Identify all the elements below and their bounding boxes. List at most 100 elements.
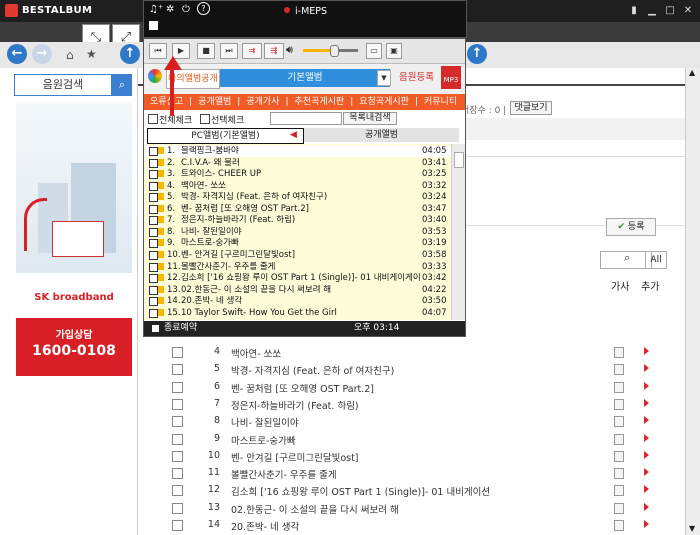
table-row[interactable]: 7 정은지-하늘바라기 (Feat. 하림) xyxy=(172,396,682,413)
list-item[interactable]: 8. 나비- 잘된일이야 03:53 xyxy=(144,227,451,238)
volume-icon[interactable]: 🔊︎ xyxy=(286,43,293,57)
reply-view-button[interactable]: 댓글보기 xyxy=(510,101,552,115)
song-checkbox[interactable] xyxy=(149,193,158,203)
table-row[interactable]: 8 나비- 잘된일이야 xyxy=(172,413,682,430)
chevron-down-icon[interactable]: ▼ xyxy=(377,70,391,86)
lyrics-icon[interactable] xyxy=(614,433,624,445)
song-checkbox[interactable] xyxy=(149,181,158,191)
list-item[interactable]: 2. C.I.V.A- 왜 불러 03:41 xyxy=(144,158,451,169)
minimize-button[interactable]: ▁ xyxy=(645,4,659,17)
mini-mode-icon[interactable]: ▭ xyxy=(366,43,382,59)
meps-scrollbar[interactable] xyxy=(451,144,465,320)
help-icon[interactable]: ? xyxy=(197,2,210,15)
home-icon[interactable]: ⌂ xyxy=(66,48,74,62)
list-item[interactable]: 15. 10 Taylor Swift- How You Get the Girl… xyxy=(144,308,451,319)
scroll-up-icon[interactable]: ▲ xyxy=(689,68,695,77)
shutdown-reserve-checkbox[interactable] xyxy=(152,325,159,332)
song-checkbox[interactable] xyxy=(149,227,158,237)
song-checkbox[interactable] xyxy=(149,274,158,284)
table-row[interactable]: 5 박경- 자격지심 (Feat. 은하 of 여자친구) xyxy=(172,361,682,378)
add-play-icon[interactable] xyxy=(644,347,649,355)
lyrics-icon[interactable] xyxy=(614,520,624,531)
add-play-icon[interactable] xyxy=(644,381,649,390)
main-scrollbar[interactable]: ▲ ▼ xyxy=(685,68,700,535)
row-checkbox[interactable] xyxy=(172,433,183,445)
list-item[interactable]: 6. 벤- 꿈처럼 [또 오해영 OST Part.2] 03:47 xyxy=(144,204,451,215)
add-play-icon[interactable] xyxy=(644,450,649,459)
lyrics-icon[interactable] xyxy=(614,502,624,514)
lyrics-icon[interactable] xyxy=(614,450,624,462)
music-search-input[interactable]: 음원검색 xyxy=(14,74,112,96)
lyrics-icon[interactable] xyxy=(614,364,624,376)
stop-button[interactable]: ■ xyxy=(197,43,215,59)
add-play-icon[interactable] xyxy=(644,502,649,511)
add-play-icon[interactable] xyxy=(644,468,649,477)
table-row[interactable]: 6 벤- 꿈처럼 [또 오해영 OST Part.2] xyxy=(172,379,682,396)
mp3-icon[interactable]: MP3 xyxy=(441,66,461,89)
search-icon[interactable]: ⌕ xyxy=(112,74,132,96)
row-checkbox[interactable] xyxy=(172,347,183,358)
list-item[interactable]: 4. 백아연- 쏘쏘 03:32 xyxy=(144,181,451,192)
list-item[interactable]: 3. 트와이스- CHEER UP 03:25 xyxy=(144,169,451,180)
comment-textarea[interactable] xyxy=(465,156,687,226)
song-checkbox[interactable] xyxy=(149,262,158,272)
back-button[interactable]: ← xyxy=(7,44,27,64)
power-icon[interactable]: ⏻ xyxy=(182,4,190,15)
list-item[interactable]: 11. 볼빨간사춘기- 우주를 줄게 03:33 xyxy=(144,262,451,273)
shuffle-icon[interactable]: ⇶ xyxy=(264,43,284,59)
row-checkbox[interactable] xyxy=(172,416,183,428)
up-button[interactable]: ↑ xyxy=(120,44,140,64)
repeat-icon[interactable]: ⇉ xyxy=(242,43,262,59)
song-checkbox[interactable] xyxy=(149,147,158,156)
register-comment-button[interactable]: ✔ 등록 xyxy=(606,218,656,236)
meps-menu-item[interactable]: 공개앨범 xyxy=(198,97,231,107)
song-checkbox[interactable] xyxy=(149,204,158,214)
volume-knob[interactable] xyxy=(330,45,340,57)
song-checkbox[interactable] xyxy=(149,158,158,168)
add-play-icon[interactable] xyxy=(644,485,649,494)
ad-contact[interactable]: 가입상담 1600-0108 xyxy=(16,318,132,376)
list-item[interactable]: 5. 박경- 자격지심 (Feat. 은하 of 여자친구) 03:24 xyxy=(144,192,451,203)
meps-menu-item[interactable]: 커뮤니티 xyxy=(424,97,457,107)
song-checkbox[interactable] xyxy=(149,297,158,307)
meps-menu-item[interactable]: 오류신고 xyxy=(150,97,183,107)
meps-menu-item[interactable]: 공개가사 xyxy=(246,97,279,107)
maximize-button[interactable]: □ xyxy=(663,4,677,17)
song-checkbox[interactable] xyxy=(149,216,158,226)
gear-icon[interactable]: ✲ xyxy=(166,4,174,15)
lyrics-icon[interactable] xyxy=(614,381,624,393)
song-checkbox[interactable] xyxy=(149,285,158,295)
row-checkbox[interactable] xyxy=(172,450,183,462)
table-row[interactable]: 14 20.존박- 네 생각 xyxy=(172,517,682,534)
add-play-icon[interactable] xyxy=(644,398,649,407)
row-checkbox[interactable] xyxy=(172,485,183,497)
favorite-icon[interactable]: ★ xyxy=(86,47,97,61)
row-checkbox[interactable] xyxy=(172,381,183,393)
table-row[interactable]: 10 벤- 안겨길 [구르미그린달빛ost] xyxy=(172,448,682,465)
list-search-input[interactable] xyxy=(270,112,342,125)
meps-scroll-thumb[interactable] xyxy=(454,152,464,168)
list-item[interactable]: 10. 벤- 안겨길 [구르미그린달빛ost] 03:58 xyxy=(144,250,451,261)
tab-pc-album[interactable]: PC앨범(기본앨범) xyxy=(147,128,304,144)
search-small-icon[interactable]: ⌕ xyxy=(624,251,630,265)
forward-button[interactable]: → xyxy=(32,44,52,64)
list-search-button[interactable]: 목록내검색 xyxy=(343,112,397,125)
song-checkbox[interactable] xyxy=(149,308,158,318)
select-all-checkbox[interactable] xyxy=(148,114,158,124)
ad-banner-image[interactable] xyxy=(16,103,132,273)
scroll-down-icon[interactable]: ▼ xyxy=(689,524,695,533)
table-row[interactable]: 13 02.한동근- 이 소설의 끝을 다시 써보려 해 xyxy=(172,500,682,517)
full-mode-icon[interactable]: ▣ xyxy=(386,43,402,59)
row-checkbox[interactable] xyxy=(172,468,183,480)
tab-public-album[interactable]: 공개앨범 xyxy=(304,128,459,142)
lyrics-icon[interactable] xyxy=(614,485,624,497)
table-row[interactable]: 9 마스트로-숭가빠 xyxy=(172,431,682,448)
meps-menu-item[interactable]: 추천곡게시판 xyxy=(295,97,345,107)
next-track-button[interactable]: ⏭ xyxy=(220,43,238,59)
close-button[interactable]: ✕ xyxy=(681,4,695,17)
basic-album-select[interactable]: 기본앨범 xyxy=(220,69,390,87)
list-item[interactable]: 12. 김소희 ['16 쇼핑왕 루이 OST Part 1 (Single)]-… xyxy=(144,273,451,284)
row-checkbox[interactable] xyxy=(172,364,183,376)
all-button[interactable]: All xyxy=(645,251,667,269)
row-checkbox[interactable] xyxy=(172,502,183,514)
